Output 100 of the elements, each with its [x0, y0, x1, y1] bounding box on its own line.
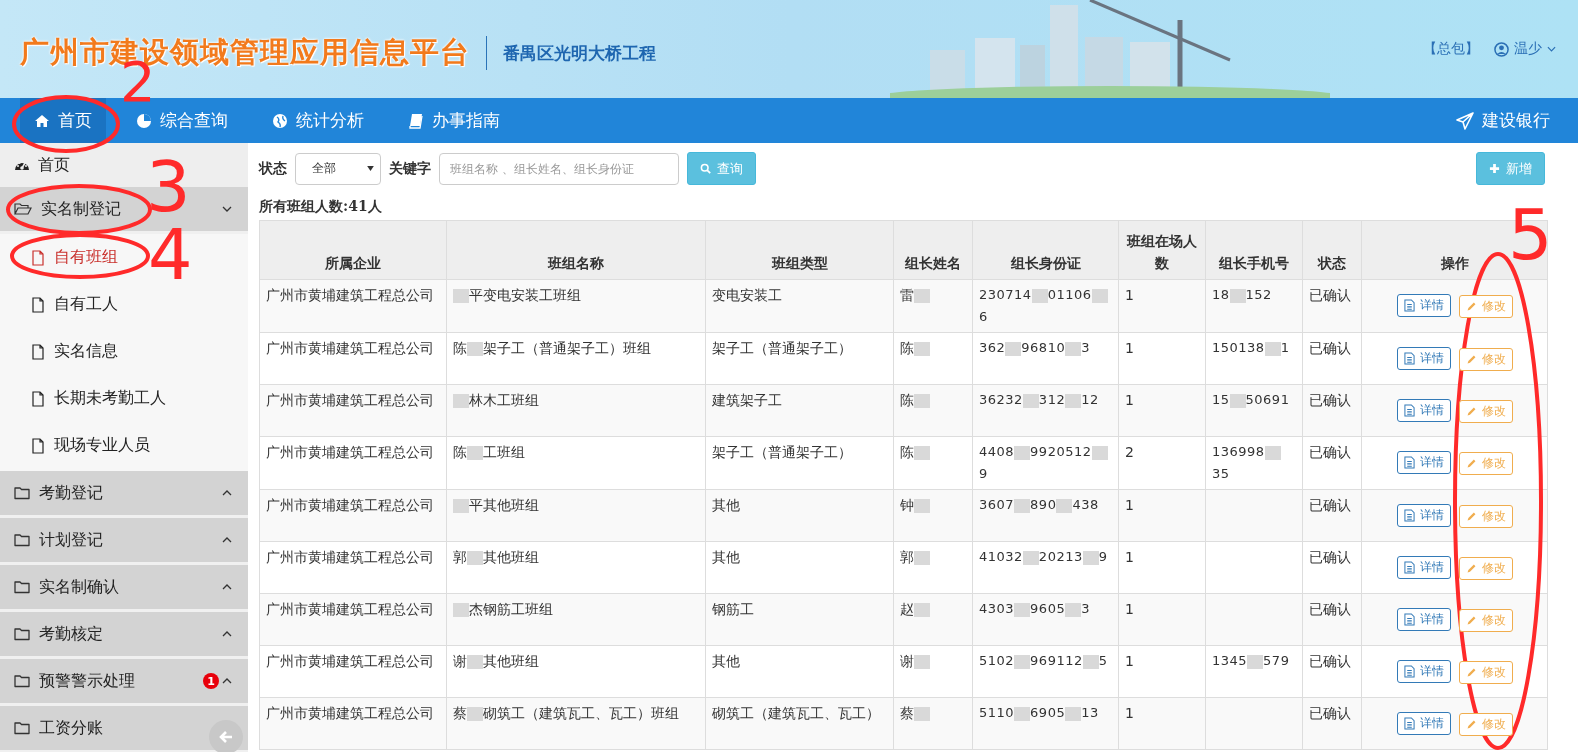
user-icon — [1494, 41, 1509, 57]
cell-text: 其他班组 — [483, 549, 539, 565]
cell-text: 35 — [1212, 466, 1230, 481]
globe-icon — [272, 112, 288, 129]
table-cell: 已确认 — [1302, 541, 1362, 594]
sidebar-group[interactable]: 工资分账 — [0, 706, 248, 752]
nav-tab[interactable]: 办事指南 — [394, 98, 514, 143]
sidebar-item[interactable]: 自有工人 — [0, 281, 118, 328]
detail-button[interactable]: 详情 — [1396, 503, 1451, 527]
column-header: 所属企业 — [259, 220, 447, 280]
redacted-block — [453, 394, 469, 408]
dropdown-arrow-icon — [367, 166, 374, 171]
detail-button[interactable]: 详情 — [1396, 346, 1451, 370]
table-cell: 已确认 — [1302, 332, 1362, 385]
file-icon — [32, 390, 44, 407]
detail-button[interactable]: 详情 — [1396, 711, 1451, 735]
sidebar-item[interactable]: 现场专业人员 — [0, 422, 150, 469]
keyword-input[interactable]: 班组名称 、组长姓名、组长身份证 — [439, 152, 679, 185]
table-cell: 已确认 — [1302, 645, 1362, 698]
cell-text: 18 — [1212, 287, 1230, 302]
keyword-label: 关键字 — [389, 159, 431, 178]
redacted-block — [1056, 498, 1073, 513]
redacted-block — [453, 499, 469, 513]
redacted-block — [914, 499, 930, 513]
sidebar-group[interactable]: 预警警示处理 1 — [0, 659, 248, 706]
detail-button[interactable]: 详情 — [1396, 555, 1451, 579]
redacted-block — [1014, 498, 1031, 513]
redacted-block — [1031, 288, 1048, 303]
table-cell: 1 — [1118, 332, 1206, 385]
table-cell: 已确认 — [1302, 436, 1362, 490]
redacted-block — [1065, 341, 1082, 356]
redacted-block — [1247, 654, 1264, 669]
redacted-block — [453, 289, 469, 303]
folder-icon — [14, 627, 30, 641]
file-icon — [32, 437, 44, 454]
redacted-block — [1091, 445, 1108, 460]
cell-text: 15 — [1212, 392, 1230, 407]
file-icon — [32, 249, 44, 266]
user-menu[interactable]: 温少 — [1514, 40, 1542, 58]
cell-text: 杰钢筋工班组 — [469, 601, 553, 617]
table-cell: 广州市黄埔建筑工程总公司 — [259, 436, 447, 490]
cell-text: 陈 — [900, 444, 914, 460]
pencil-icon — [1465, 718, 1477, 730]
folder-icon — [14, 486, 30, 500]
table-cell: 已确认 — [1302, 697, 1362, 750]
chevron-down-icon — [1547, 46, 1556, 52]
cell-text: 312 — [1038, 392, 1066, 407]
sidebar-item[interactable]: 自有班组 — [0, 234, 118, 281]
status-dropdown[interactable]: 全部 — [295, 152, 381, 185]
cell-text: 林木工班组 — [469, 392, 539, 408]
cell-text: 5 — [1098, 653, 1108, 668]
cell-text: 9920512 — [1030, 444, 1092, 459]
sidebar-item[interactable]: 实名信息 — [0, 328, 118, 375]
sidebar-group[interactable]: 考勤登记 — [0, 471, 248, 518]
table-cell: 变电安装工 — [705, 279, 894, 333]
detail-button[interactable]: 详情 — [1396, 294, 1451, 317]
column-header: 状态 — [1302, 220, 1362, 280]
nav-tab[interactable]: 首页 — [20, 98, 106, 143]
cell-text: 3607 — [979, 497, 1015, 512]
cell-text: 雷 — [900, 287, 914, 303]
cell-text: 579 — [1263, 653, 1290, 668]
nav-tab[interactable]: 统计分析 — [258, 98, 378, 143]
detail-button[interactable]: 详情 — [1396, 659, 1451, 683]
detail-button[interactable]: 详情 — [1396, 607, 1451, 631]
cell-text: 20213 — [1038, 549, 1083, 564]
cell-text: 平变电安装工班组 — [469, 287, 581, 303]
redacted-block — [1022, 550, 1039, 565]
detail-button[interactable]: 详情 — [1396, 451, 1451, 474]
redacted-block — [914, 446, 930, 460]
sidebar-group[interactable]: 计划登记 — [0, 518, 248, 565]
cell-text: 136998 — [1212, 444, 1265, 459]
table-cell: 广州市黄埔建筑工程总公司 — [259, 384, 447, 437]
pencil-icon — [1465, 353, 1477, 365]
cell-text: 41032 — [979, 549, 1023, 564]
redacted-block — [1022, 393, 1039, 408]
cell-text: 4408 — [979, 444, 1015, 459]
open-folder-icon — [14, 202, 32, 216]
table-cell: 1 — [1118, 489, 1206, 542]
cell-text: 13 — [1081, 705, 1099, 720]
detail-button[interactable]: 详情 — [1396, 398, 1451, 422]
sidebar-item[interactable]: 长期未考勤工人 — [0, 375, 166, 422]
redacted-block — [914, 655, 930, 669]
cell-text: 969112 — [1030, 653, 1083, 668]
cell-text: 陈 — [900, 340, 914, 356]
plus-icon — [1489, 163, 1500, 174]
table-cell: 2 — [1118, 436, 1206, 490]
file-icon — [32, 296, 44, 313]
bank-link[interactable]: 建设银行 — [1456, 98, 1550, 143]
cell-text: 陈 — [900, 392, 914, 408]
table-cell: 1 — [1118, 645, 1206, 698]
document-icon — [1403, 299, 1415, 312]
redacted-block — [1014, 445, 1031, 460]
sidebar-group[interactable]: 考勤核定 — [0, 612, 248, 659]
role-label: 【总包】 — [1423, 40, 1479, 58]
sidebar-group[interactable]: 实名制确认 — [0, 565, 248, 612]
cell-text: 陈 — [453, 444, 467, 460]
table-cell: 广州市黄埔建筑工程总公司 — [259, 489, 447, 542]
column-header: 组长手机号 — [1205, 220, 1303, 280]
project-name: 番禺区光明大桥工程 — [486, 36, 656, 70]
cell-text: 钟 — [900, 497, 914, 513]
